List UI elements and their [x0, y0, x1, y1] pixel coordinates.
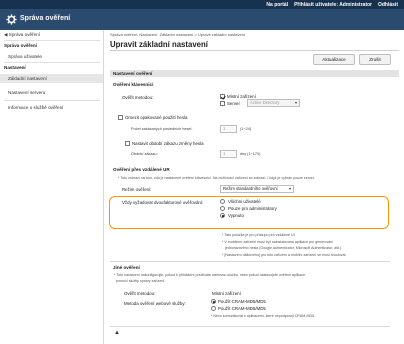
- section-header: Nastavení ověření: [110, 70, 399, 77]
- sidebar-item-service-info[interactable]: Informace o službě ověření: [0, 103, 103, 112]
- mode-label: Režim ověření:: [122, 187, 152, 192]
- remote-section-title: Ověření přes vzdálené UR: [113, 167, 170, 172]
- app-title: Správa ověření: [20, 15, 71, 22]
- twofactor-label: Vždy vyžadovat dvoufaktorové ověřování:: [122, 200, 204, 205]
- twofactor-off-label: Vypnuto: [228, 213, 244, 218]
- divider: [110, 326, 390, 327]
- other-section-title: Jiné ověření: [113, 265, 140, 270]
- note-line: * Tato položka je pro přístupu pro vzdál…: [222, 233, 296, 237]
- warning-icon: ▲: [114, 330, 120, 336]
- sidebar-back-link[interactable]: ◀ Správa ověření: [4, 32, 40, 38]
- note-line: jednorázového hesla (Google Authenticato…: [225, 246, 343, 250]
- app-header: Správa ověření: [0, 9, 404, 30]
- remote-note: * Toto zobrazí na tom, zda je nastavené …: [118, 176, 315, 180]
- set-period-checkbox[interactable]: [125, 141, 130, 146]
- server-select-value: Active Directory: [250, 100, 280, 105]
- sidebar-item-server-settings[interactable]: Nastavení serveru: [0, 88, 103, 97]
- divider: [4, 100, 100, 101]
- twofactor-all-label: Všichni uživatelé: [228, 199, 261, 204]
- logged-user: Přihlásit uživatele: Administrator: [294, 1, 372, 8]
- other-note: pomocí služby správy zařízení.: [116, 279, 166, 283]
- other-note: * Toto nastavení nakonfigurujte, pokud k…: [114, 273, 306, 277]
- method-label: Ověřit metodou:: [122, 95, 154, 100]
- top-bar: Na portál Přihlásit uživatele: Administr…: [0, 0, 404, 9]
- web-note: * Něco komunikovat s aplikacemi, které n…: [211, 314, 316, 318]
- sidebar-item-label: Základní nastavení: [8, 76, 47, 81]
- update-button[interactable]: Aktualizace: [313, 54, 355, 65]
- web-opt1-radio[interactable]: [211, 299, 216, 304]
- page-title: Upravit základní nastavení: [110, 40, 208, 49]
- note-line: * V mobilním zařízení musí být nainstalo…: [222, 240, 334, 244]
- server-label: Server: [227, 101, 240, 106]
- portal-link[interactable]: Na portál: [266, 2, 288, 8]
- gear-icon: [6, 14, 17, 25]
- pw-count-range: (1~24): [240, 127, 252, 131]
- twofactor-admin-label: Pouze pro administrátory: [228, 206, 277, 211]
- sidebar-item-label: Správa uživatele: [8, 54, 42, 59]
- restrict-reuse-label: Omezit opakované použití hesla: [125, 115, 188, 120]
- divider: [110, 261, 390, 262]
- divider: [4, 62, 100, 63]
- twofactor-off-radio[interactable]: [220, 213, 225, 218]
- pw-count-label: Počet zakázaných posledních hesel:: [131, 127, 193, 131]
- web-method-label: Metoda ověření webové služby:: [124, 301, 186, 306]
- sidebar-item-basic-settings[interactable]: Základní nastavení: [0, 74, 103, 83]
- period-unit: dny (1~170): [240, 152, 261, 156]
- web-opt2-label: Použít CRAM-MD5/MD5: [218, 306, 266, 311]
- sidebar-section-auth: Správa ověření: [4, 43, 37, 48]
- local-device-checkbox[interactable]: [220, 94, 225, 99]
- cancel-button[interactable]: Zrušit: [359, 54, 391, 65]
- twofactor-admin-radio[interactable]: [220, 206, 225, 211]
- divider: [4, 40, 100, 41]
- sidebar-item-users[interactable]: Správa uživatele: [0, 52, 103, 61]
- sidebar-item-label: Nastavení serveru: [8, 90, 46, 95]
- other-method-value: Místní zařízení: [212, 291, 241, 296]
- breadcrumb[interactable]: Správa ověření: Nastavení: Základní nast…: [110, 32, 245, 37]
- twofactor-all-radio[interactable]: [220, 199, 225, 204]
- sidebar: ◀ Správa ověření Správa ověření Správa u…: [0, 30, 104, 344]
- pw-count-input[interactable]: 1: [220, 125, 237, 133]
- set-period-label: Nastavit období zákazu změny hesla: [132, 141, 204, 146]
- period-input[interactable]: 1: [220, 150, 237, 158]
- chevron-down-icon: ▾: [294, 100, 297, 105]
- sidebar-item-label: Informace o službě ověření: [8, 105, 64, 110]
- web-opt2-radio[interactable]: [211, 306, 216, 311]
- top-links: Na portál Přihlásit uživatele: Administr…: [266, 2, 398, 8]
- divider: [110, 50, 399, 51]
- login-section-title: Ověření klávesnicí: [113, 82, 154, 87]
- period-label: Období zákazu:: [131, 152, 158, 156]
- logout-link[interactable]: Odhlásit: [378, 2, 398, 8]
- chevron-down-icon: ▾: [288, 186, 291, 191]
- mode-select-value: Režim standardního ověřovní: [223, 186, 278, 191]
- mode-select[interactable]: Režim standardního ověřovní ▾: [220, 185, 294, 193]
- note-line: * [Nastavení dálkového] pro toto zařízen…: [222, 253, 347, 257]
- restrict-reuse-checkbox[interactable]: [118, 115, 123, 120]
- web-opt1-label: Použít CRAM-MD5/MD5: [218, 299, 266, 304]
- sidebar-section-settings: Nastavení: [4, 65, 26, 70]
- server-select[interactable]: Active Directory ▾: [247, 99, 300, 107]
- server-checkbox[interactable]: [220, 101, 225, 106]
- other-method-label: Ověřit metodou:: [124, 291, 156, 296]
